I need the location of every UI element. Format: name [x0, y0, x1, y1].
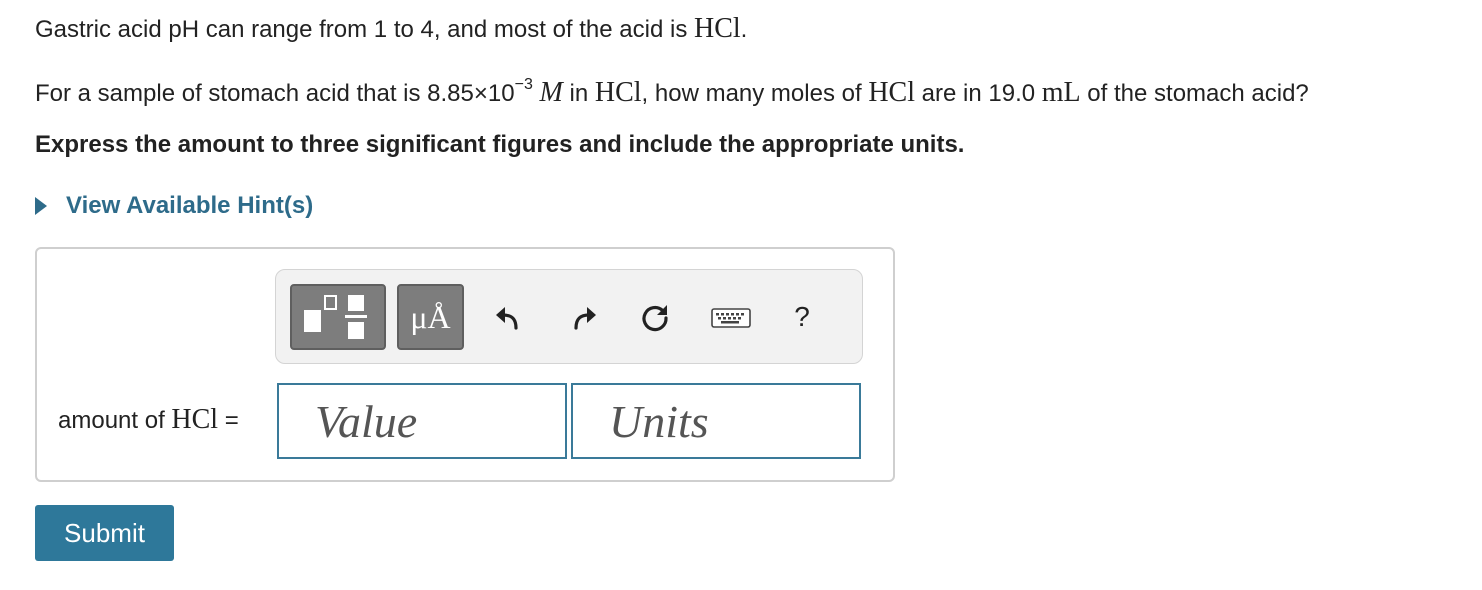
answer-label-prefix: amount of — [58, 407, 172, 434]
prompt-part1: For a sample of stomach acid that is 8.8… — [35, 80, 515, 107]
prompt-part2: in — [562, 80, 595, 107]
submit-button[interactable]: Submit — [35, 505, 174, 561]
prompt-part3: , how many moles of — [641, 80, 869, 107]
help-button[interactable]: ? — [780, 295, 824, 339]
undo-button[interactable] — [486, 296, 530, 340]
undo-icon — [496, 307, 518, 330]
templates-icon — [304, 295, 367, 339]
answer-label-formula: HCl — [171, 404, 219, 435]
keyboard-icon — [711, 308, 751, 328]
math-toolbar: μÅ ? — [275, 269, 863, 364]
question-intro: Gastric acid pH can range from 1 to 4, a… — [35, 12, 747, 47]
reset-icon — [642, 305, 668, 332]
answer-label-equals: = — [218, 407, 239, 434]
answer-label: amount of HCl = — [58, 402, 239, 439]
value-placeholder: Value — [315, 395, 418, 447]
units-button-label: μÅ — [410, 298, 451, 335]
value-input[interactable]: Value — [277, 383, 567, 459]
prompt-unit: mL — [1041, 77, 1081, 108]
instruction-text: Express the amount to three significant … — [35, 131, 965, 158]
units-button[interactable]: μÅ — [397, 284, 464, 350]
redo-icon — [574, 307, 596, 330]
templates-button[interactable] — [290, 284, 386, 350]
units-input[interactable]: Units — [571, 383, 861, 459]
intro-end: . — [740, 16, 748, 43]
prompt-formula1: HCl — [594, 77, 642, 108]
view-hints-toggle[interactable]: View Available Hint(s) — [35, 189, 313, 223]
keyboard-button[interactable] — [709, 296, 753, 340]
reset-button[interactable] — [633, 296, 677, 340]
intro-formula: HCl — [693, 13, 741, 44]
prompt-exponent: −3 — [514, 76, 533, 93]
prompt-molar: M — [539, 77, 563, 108]
view-hints-label: View Available Hint(s) — [66, 192, 314, 219]
units-placeholder: Units — [609, 395, 709, 447]
prompt-part5: of the stomach acid? — [1080, 80, 1309, 107]
redo-button[interactable] — [562, 296, 606, 340]
help-label: ? — [794, 301, 810, 332]
question-prompt: For a sample of stomach acid that is 8.8… — [35, 76, 1309, 111]
prompt-part4: are in 19.0 — [915, 80, 1042, 107]
prompt-formula2: HCl — [868, 77, 915, 108]
intro-text: Gastric acid pH can range from 1 to 4, a… — [35, 16, 694, 43]
caret-right-icon — [35, 197, 47, 215]
